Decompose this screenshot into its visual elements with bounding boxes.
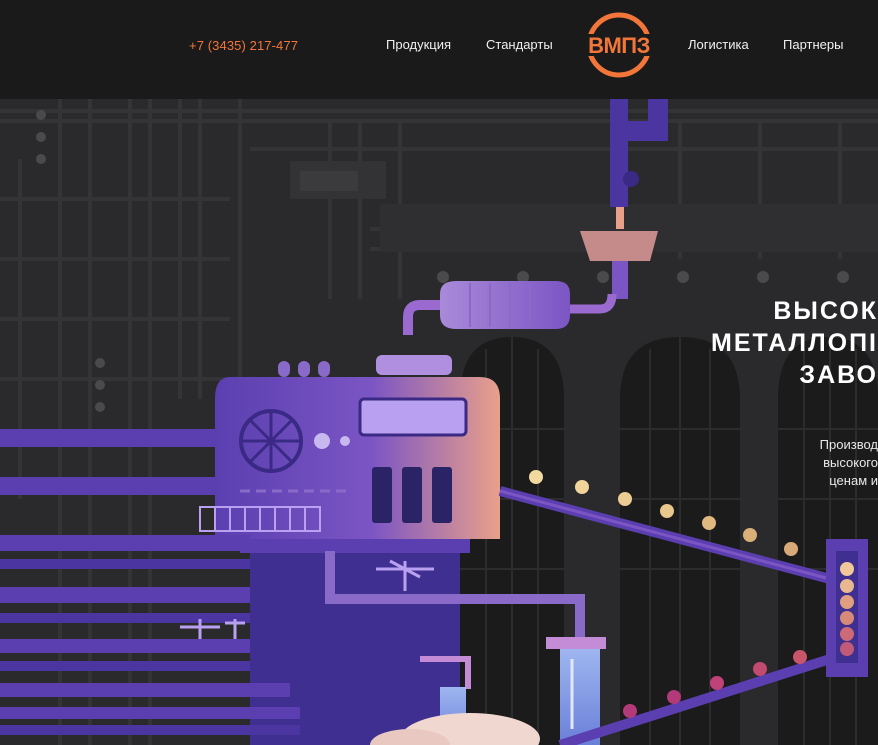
hero-title-line-2: МЕТАЛЛОПІ <box>711 329 878 357</box>
hero-title: ВЫСОК МЕТАЛЛОПІ ЗАВО <box>711 295 878 391</box>
hero-title-line-3: ЗАВО <box>799 361 878 389</box>
hero-subtitle-line-3: ценам и <box>829 473 878 488</box>
phone-link[interactable]: +7 (3435) 217-477 <box>189 38 298 53</box>
hero-subtitle-line-2: высокого <box>823 455 878 470</box>
hero-subtitle-line-1: Производ <box>819 437 878 452</box>
site-header: +7 (3435) 217-477 Продукция Стандарты ВМ… <box>0 0 878 99</box>
nav-link-products[interactable]: Продукция <box>386 37 451 52</box>
nav-link-partners[interactable]: Партнеры <box>783 37 843 52</box>
nav-link-standards[interactable]: Стандарты <box>486 37 553 52</box>
hero-section <box>0 99 878 745</box>
factory-illustration <box>0 99 878 745</box>
nav-link-logistics[interactable]: Логистика <box>688 37 749 52</box>
logo[interactable]: ВМПЗ <box>583 12 655 78</box>
hero-title-line-1: ВЫСОК <box>773 297 878 325</box>
logo-text: ВМПЗ <box>588 33 650 58</box>
logo-emblem-icon: ВМПЗ <box>585 12 653 78</box>
hero-subtitle: Производ высокого ценам и <box>820 436 878 490</box>
